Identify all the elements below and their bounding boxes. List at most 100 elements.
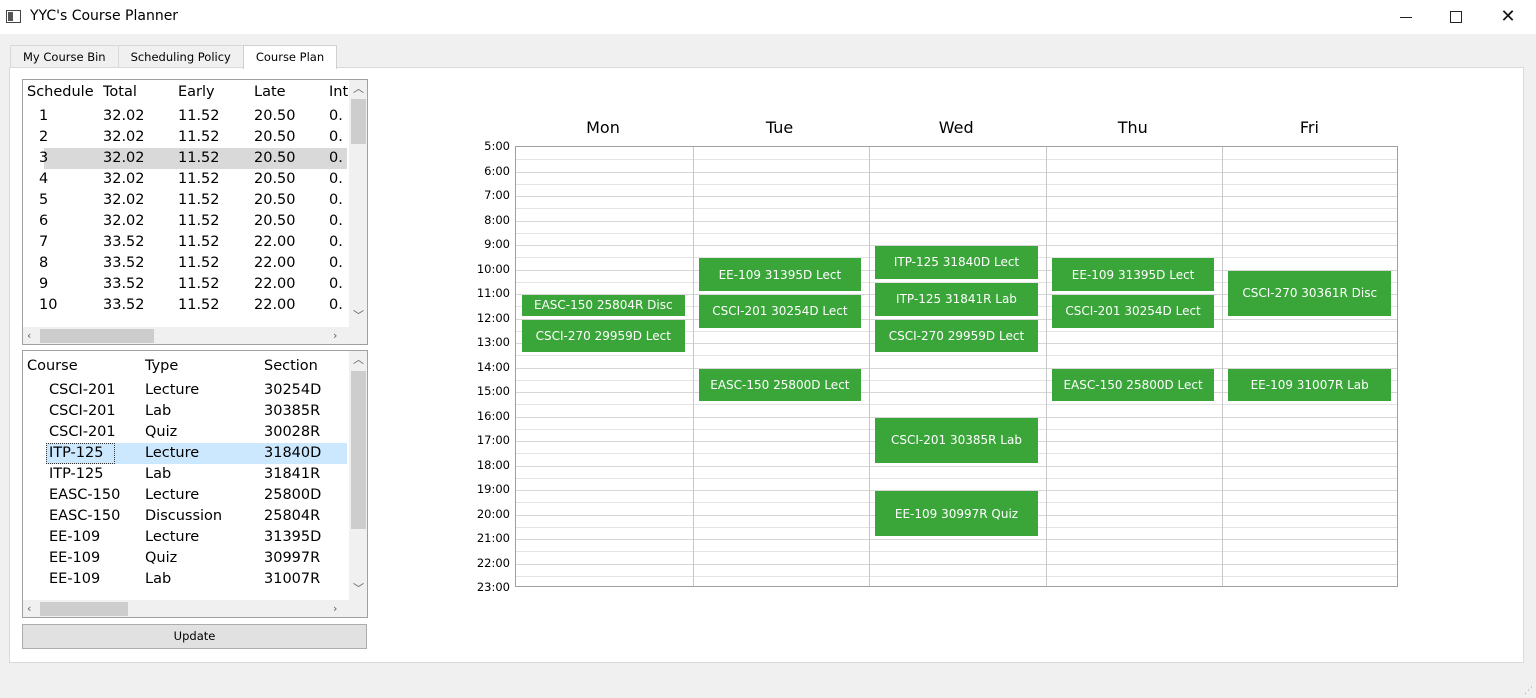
course-block[interactable]: EE-109 31395D Lect: [1051, 258, 1215, 291]
course-block[interactable]: ITP-125 31841R Lab: [875, 282, 1038, 316]
schedule-horizontal-scrollbar[interactable]: ‹ ›: [23, 327, 367, 344]
table-cell: 0.0: [329, 129, 343, 145]
scroll-up-arrow-icon[interactable]: ︿: [353, 354, 364, 365]
scroll-thumb[interactable]: [40, 602, 128, 616]
column-header-type[interactable]: Type: [145, 358, 178, 374]
scroll-down-arrow-icon[interactable]: ﹀: [353, 310, 364, 321]
grid-line: [516, 355, 1397, 357]
table-row[interactable]: 8 33.52 11.52 22.00 0.0: [23, 253, 347, 274]
table-row[interactable]: 9 33.52 11.52 22.00 0.0: [23, 274, 347, 295]
tab-course-plan[interactable]: Course Plan: [242, 45, 338, 69]
scroll-left-arrow-icon[interactable]: ‹: [27, 330, 31, 341]
table-row[interactable]: EE-109 Lab 31007R: [23, 569, 347, 590]
table-cell: 0.0: [329, 276, 343, 292]
tab-scheduling-policy[interactable]: Scheduling Policy: [117, 45, 244, 68]
table-cell: 32.02: [103, 171, 145, 187]
grid-line: [516, 575, 1397, 577]
table-cell: 11.52: [178, 297, 220, 313]
table-row[interactable]: 3 32.02 11.52 20.50 0.0: [39, 148, 347, 169]
course-block[interactable]: EE-109 31007R Lab: [1228, 368, 1391, 402]
course-block[interactable]: EASC-150 25800D Lect: [698, 368, 862, 402]
course-block[interactable]: ITP-125 31840D Lect: [875, 246, 1038, 279]
table-cell: Lecture: [145, 529, 200, 545]
table-row[interactable]: ITP-125 Lab 31841R: [23, 464, 347, 485]
table-row[interactable]: EE-109 Lecture 31395D: [23, 527, 347, 548]
table-row[interactable]: 4 32.02 11.52 20.50 0.0: [23, 169, 347, 190]
table-row[interactable]: 10 33.52 11.52 22.00 0.0: [23, 295, 347, 316]
table-cell: 0.0: [329, 255, 343, 271]
scroll-right-arrow-icon[interactable]: ›: [333, 603, 337, 614]
table-row[interactable]: EASC-150 Discussion 25804R: [23, 506, 347, 527]
close-button[interactable]: ✕: [1482, 0, 1534, 34]
table-row[interactable]: 7 33.52 11.52 22.00 0.0: [23, 232, 347, 253]
hour-label: 14:00: [476, 359, 510, 374]
table-row[interactable]: EASC-150 Lecture 25800D: [23, 485, 347, 506]
column-header-early[interactable]: Early: [178, 84, 215, 100]
hour-label: 16:00: [476, 408, 510, 423]
course-horizontal-scrollbar[interactable]: ‹ ›: [23, 600, 367, 617]
table-row[interactable]: CSCI-201 Lab 30385R: [23, 401, 347, 422]
grid-line: [516, 196, 1397, 197]
scroll-up-arrow-icon[interactable]: ︿: [353, 83, 364, 94]
table-cell: Lab: [145, 571, 172, 587]
course-block[interactable]: EASC-150 25804R Disc: [522, 295, 685, 316]
scroll-left-arrow-icon[interactable]: ‹: [27, 603, 31, 614]
table-cell: 11.52: [178, 171, 220, 187]
schedule-vertical-scrollbar[interactable]: ︿ ﹀: [349, 80, 367, 327]
table-cell: ITP-125: [49, 466, 104, 482]
table-cell: CSCI-201: [49, 382, 116, 398]
hour-label: 17:00: [476, 433, 510, 447]
resize-grip-icon[interactable]: ⋰: [1524, 686, 1534, 696]
table-cell: 11.52: [178, 255, 220, 271]
table-cell: 20.50: [254, 150, 296, 166]
column-header-late[interactable]: Late: [254, 84, 286, 100]
course-block[interactable]: CSCI-270 29959D Lect: [875, 319, 1038, 353]
table-cell: 22.00: [254, 234, 296, 250]
table-row[interactable]: 6 32.02 11.52 20.50 0.0: [23, 211, 347, 232]
table-cell: CSCI-201: [49, 424, 116, 440]
course-block[interactable]: EE-109 31395D Lect: [698, 258, 862, 291]
column-header-section[interactable]: Section: [264, 358, 318, 374]
scroll-thumb[interactable]: [351, 99, 366, 144]
table-cell: 5: [39, 192, 49, 208]
grid-line: [516, 563, 1397, 565]
table-row[interactable]: CSCI-201 Quiz 30028R: [23, 422, 347, 443]
scroll-down-arrow-icon[interactable]: ﹀: [353, 583, 364, 594]
table-cell: 22.00: [254, 297, 296, 313]
close-icon: ✕: [1500, 6, 1516, 27]
course-block[interactable]: EE-109 30997R Quiz: [875, 491, 1038, 536]
course-block[interactable]: CSCI-201 30254D Lect: [1051, 295, 1215, 328]
schedule-table[interactable]: Schedule Total Early Late Int 1 32.02 11.5…: [22, 79, 368, 345]
column-header-int[interactable]: Int: [329, 84, 348, 100]
table-row[interactable]: 5 32.02 11.52 20.50 0.0: [23, 190, 347, 211]
column-header-schedule[interactable]: Schedule: [27, 84, 94, 100]
column-header-total[interactable]: Total: [103, 84, 137, 100]
course-block[interactable]: CSCI-201 30385R Lab: [875, 417, 1038, 463]
update-button[interactable]: Update: [22, 624, 367, 649]
course-block[interactable]: EASC-150 25800D Lect: [1051, 368, 1215, 402]
table-row[interactable]: 2 32.02 11.52 20.50 0.0: [23, 127, 347, 148]
course-block[interactable]: CSCI-270 29959D Lect: [522, 319, 685, 353]
minimize-button[interactable]: [1380, 0, 1432, 34]
table-row[interactable]: EE-109 Quiz 30997R: [23, 548, 347, 569]
table-row[interactable]: CSCI-201 Lecture 30254D: [23, 380, 347, 401]
column-header-course[interactable]: Course: [27, 358, 78, 374]
hour-label: 22:00: [476, 555, 510, 570]
table-cell: Discussion: [145, 508, 223, 524]
table-cell: EE-109: [49, 571, 101, 587]
course-block[interactable]: CSCI-201 30254D Lect: [698, 295, 862, 328]
maximize-button[interactable]: [1430, 0, 1482, 34]
scroll-thumb[interactable]: [40, 329, 154, 343]
table-cell: 31007R: [264, 571, 321, 587]
table-row[interactable]: 1 32.02 11.52 20.50 0.0: [23, 106, 347, 127]
table-cell: 25804R: [264, 508, 321, 524]
table-row[interactable]: ITP-125 Lecture 31840D: [46, 443, 347, 464]
course-block[interactable]: CSCI-270 30361R Disc: [1228, 270, 1391, 316]
scroll-right-arrow-icon[interactable]: ›: [333, 330, 337, 341]
table-cell: 8: [39, 255, 49, 271]
course-vertical-scrollbar[interactable]: ︿ ﹀: [349, 351, 367, 600]
hour-label: 23:00: [476, 580, 510, 594]
scroll-thumb[interactable]: [351, 371, 366, 529]
tab-my-course-bin[interactable]: My Course Bin: [10, 45, 119, 68]
course-table[interactable]: Course Type Section CSCI-201 Lecture 30254…: [22, 350, 368, 618]
